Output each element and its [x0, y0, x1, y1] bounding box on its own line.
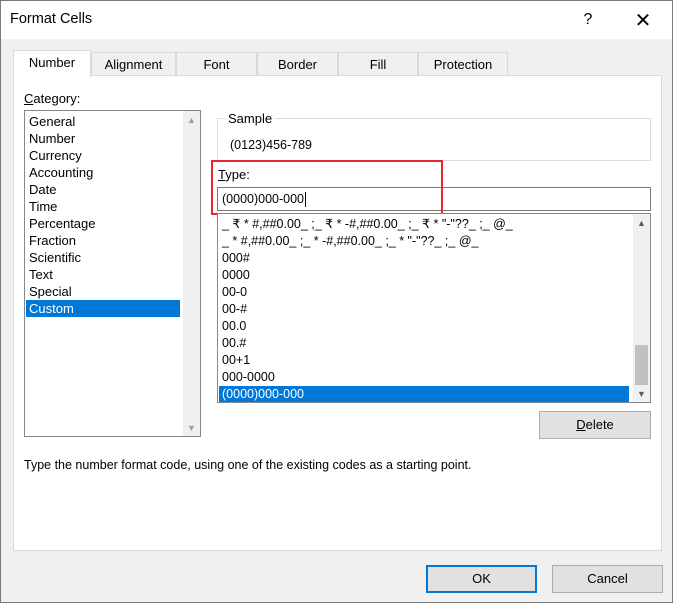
delete-button[interactable]: Delete	[539, 411, 651, 439]
help-icon[interactable]: ?	[573, 5, 603, 35]
scroll-thumb[interactable]	[635, 345, 648, 385]
tab-border[interactable]: Border	[257, 52, 338, 76]
text-caret	[305, 192, 307, 208]
sample-label: Sample	[225, 111, 276, 126]
format-item[interactable]: 00+1	[219, 352, 629, 369]
format-item[interactable]: 00-0	[219, 284, 629, 301]
format-item[interactable]: 00.#	[219, 335, 629, 352]
scroll-up-icon[interactable]: ▲	[633, 214, 650, 231]
category-item-time[interactable]: Time	[26, 198, 180, 215]
format-item-selected[interactable]: (0000)000-000	[219, 386, 629, 402]
category-item-number[interactable]: Number	[26, 130, 180, 147]
format-item[interactable]: _ ₹ * #,##0.00_ ;_ ₹ * -#,##0.00_ ;_ ₹ *…	[219, 216, 629, 233]
category-item-scientific[interactable]: Scientific	[26, 249, 180, 266]
sample-value: (0123)456-789	[230, 138, 313, 152]
category-item-custom[interactable]: Custom	[26, 300, 180, 317]
sample-group: (0123)456-789	[217, 118, 651, 161]
close-icon[interactable]: ✕	[628, 5, 658, 35]
category-item-percentage[interactable]: Percentage	[26, 215, 180, 232]
category-item-currency[interactable]: Currency	[26, 147, 180, 164]
type-input-value: (0000)000-000	[222, 192, 305, 206]
delete-button-label: elete	[585, 417, 614, 432]
category-item-text[interactable]: Text	[26, 266, 180, 283]
category-item-fraction[interactable]: Fraction	[26, 232, 180, 249]
tab-font[interactable]: Font	[176, 52, 257, 76]
scroll-down-icon[interactable]: ▼	[183, 419, 200, 436]
category-label: Category:	[24, 91, 80, 106]
type-label: Type:	[218, 167, 250, 182]
format-item[interactable]: 00-#	[219, 301, 629, 318]
category-label-text: ategory:	[33, 91, 81, 106]
type-label-text: ype:	[225, 167, 250, 182]
format-item[interactable]: 000-0000	[219, 369, 629, 386]
tab-number[interactable]: Number	[13, 50, 91, 78]
format-list-scrollbar[interactable]: ▲ ▼	[633, 214, 650, 402]
scroll-up-icon[interactable]: ▲	[183, 111, 200, 128]
format-item[interactable]: _ * #,##0.00_ ;_ * -#,##0.00_ ;_ * "-"??…	[219, 233, 629, 250]
category-label-accesskey: C	[24, 91, 34, 106]
format-item[interactable]: 000#	[219, 250, 629, 267]
category-item-special[interactable]: Special	[26, 283, 180, 300]
scroll-down-icon[interactable]: ▼	[633, 385, 650, 402]
type-input[interactable]: (0000)000-000	[217, 187, 651, 211]
category-item-general[interactable]: General	[26, 113, 180, 130]
tab-alignment[interactable]: Alignment	[91, 52, 176, 76]
ok-button[interactable]: OK	[426, 565, 537, 593]
tab-protection[interactable]: Protection	[418, 52, 508, 76]
hint-text: Type the number format code, using one o…	[24, 458, 472, 472]
category-item-accounting[interactable]: Accounting	[26, 164, 180, 181]
format-code-list[interactable]: _ ₹ * #,##0.00_ ;_ ₹ * -#,##0.00_ ;_ ₹ *…	[217, 213, 651, 403]
category-list[interactable]: General Number Currency Accounting Date …	[24, 110, 201, 437]
category-scrollbar[interactable]: ▲ ▼	[183, 111, 200, 436]
title-bar: Format Cells ? ✕	[1, 1, 672, 39]
tab-fill[interactable]: Fill	[338, 52, 418, 76]
format-item[interactable]: 00.0	[219, 318, 629, 335]
delete-button-accesskey: D	[576, 417, 586, 432]
format-item[interactable]: 0000	[219, 267, 629, 284]
category-item-date[interactable]: Date	[26, 181, 180, 198]
number-tab-panel: Category: General Number Currency Accoun…	[13, 75, 662, 551]
cancel-button[interactable]: Cancel	[552, 565, 663, 593]
format-cells-dialog: Format Cells ? ✕ Number Alignment Font B…	[0, 0, 673, 603]
dialog-title: Format Cells	[10, 11, 93, 27]
